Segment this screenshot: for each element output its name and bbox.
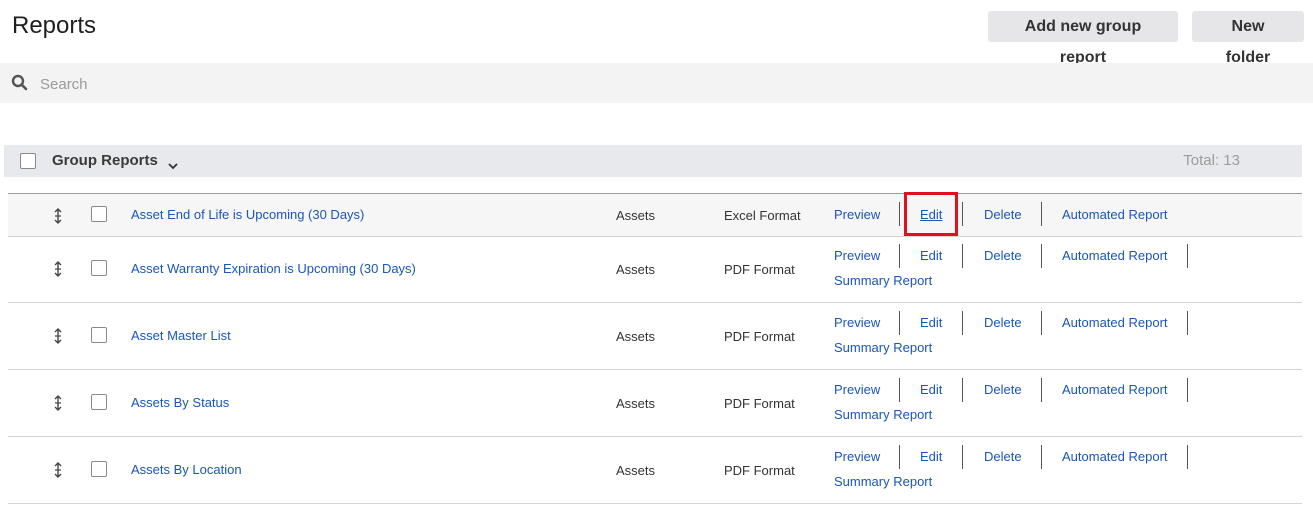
preview-link[interactable]: Preview	[834, 382, 880, 397]
report-module: Assets	[616, 262, 656, 277]
new-folder-button[interactable]: New folder	[1192, 11, 1304, 66]
report-format: PDF Format	[724, 396, 795, 411]
page-title: Reports	[12, 12, 97, 39]
drag-handle-icon[interactable]	[52, 261, 64, 277]
separator	[962, 244, 963, 268]
preview-link[interactable]: Preview	[834, 248, 880, 263]
separator	[899, 244, 900, 268]
group-header: Group Reports Total: 13	[4, 145, 1302, 177]
edit-link[interactable]: Edit	[920, 248, 942, 263]
table-row: Asset End of Life is Upcoming (30 Days) …	[8, 193, 1302, 237]
edit-link[interactable]: Edit	[920, 382, 942, 397]
preview-link[interactable]: Preview	[834, 207, 880, 222]
report-name-link[interactable]: Assets By Status	[131, 395, 229, 410]
separator	[1041, 311, 1042, 335]
separator	[962, 202, 963, 226]
automated-report-link[interactable]: Automated Report	[1062, 248, 1168, 263]
search-icon	[11, 74, 29, 92]
edit-link[interactable]: Edit	[920, 449, 942, 464]
search-bar	[0, 63, 1313, 103]
delete-link[interactable]: Delete	[984, 207, 1022, 222]
separator	[1187, 445, 1188, 469]
row-checkbox[interactable]	[91, 206, 107, 222]
row-checkbox[interactable]	[91, 461, 107, 477]
report-name-link[interactable]: Asset Warranty Expiration is Upcoming (3…	[131, 261, 416, 276]
report-module: Assets	[616, 208, 656, 223]
separator	[962, 378, 963, 402]
table-row: Assets By Status Assets PDF Format Previ…	[8, 370, 1302, 437]
summary-report-link[interactable]: Summary Report	[834, 273, 932, 288]
separator	[899, 445, 900, 469]
separator	[1041, 378, 1042, 402]
preview-link[interactable]: Preview	[834, 315, 880, 330]
chevron-down-icon[interactable]	[168, 157, 178, 170]
total-count: Total: 13	[1183, 152, 1240, 169]
report-name-link[interactable]: Assets By Location	[131, 462, 242, 477]
separator	[1041, 202, 1042, 226]
separator	[1187, 311, 1188, 335]
automated-report-link[interactable]: Automated Report	[1062, 315, 1168, 330]
report-module: Assets	[616, 463, 656, 478]
delete-link[interactable]: Delete	[984, 382, 1022, 397]
drag-handle-icon[interactable]	[52, 395, 64, 411]
report-format: PDF Format	[724, 329, 795, 344]
separator	[899, 378, 900, 402]
separator	[1187, 378, 1188, 402]
drag-handle-icon[interactable]	[52, 462, 64, 478]
table-row: Asset Warranty Expiration is Upcoming (3…	[8, 236, 1302, 303]
summary-report-link[interactable]: Summary Report	[834, 340, 932, 355]
summary-report-link[interactable]: Summary Report	[834, 407, 932, 422]
drag-handle-icon[interactable]	[52, 328, 64, 344]
search-input[interactable]	[38, 71, 642, 97]
report-name-link[interactable]: Asset End of Life is Upcoming (30 Days)	[131, 207, 364, 222]
delete-link[interactable]: Delete	[984, 248, 1022, 263]
add-group-report-button[interactable]: Add new group report	[988, 11, 1178, 66]
table-row: Asset Master List Assets PDF Format Prev…	[8, 303, 1302, 370]
report-format: PDF Format	[724, 262, 795, 277]
delete-link[interactable]: Delete	[984, 449, 1022, 464]
separator	[1187, 244, 1188, 268]
separator	[962, 311, 963, 335]
row-checkbox[interactable]	[91, 394, 107, 410]
separator	[1041, 244, 1042, 268]
preview-link[interactable]: Preview	[834, 449, 880, 464]
report-module: Assets	[616, 329, 656, 344]
select-all-checkbox[interactable]	[20, 153, 36, 169]
table-row: Assets By Location Assets PDF Format Pre…	[8, 437, 1302, 504]
report-format: PDF Format	[724, 463, 795, 478]
group-title[interactable]: Group Reports	[52, 152, 158, 169]
separator	[899, 202, 900, 226]
report-module: Assets	[616, 396, 656, 411]
edit-link[interactable]: Edit	[920, 315, 942, 330]
row-checkbox[interactable]	[91, 327, 107, 343]
report-name-link[interactable]: Asset Master List	[131, 328, 231, 343]
summary-report-link[interactable]: Summary Report	[834, 474, 932, 489]
separator	[1041, 445, 1042, 469]
delete-link[interactable]: Delete	[984, 315, 1022, 330]
edit-link[interactable]: Edit	[920, 207, 942, 222]
separator	[899, 311, 900, 335]
report-format: Excel Format	[724, 208, 801, 223]
automated-report-link[interactable]: Automated Report	[1062, 449, 1168, 464]
drag-handle-icon[interactable]	[52, 208, 64, 224]
row-checkbox[interactable]	[91, 260, 107, 276]
automated-report-link[interactable]: Automated Report	[1062, 207, 1168, 222]
separator	[962, 445, 963, 469]
automated-report-link[interactable]: Automated Report	[1062, 382, 1168, 397]
